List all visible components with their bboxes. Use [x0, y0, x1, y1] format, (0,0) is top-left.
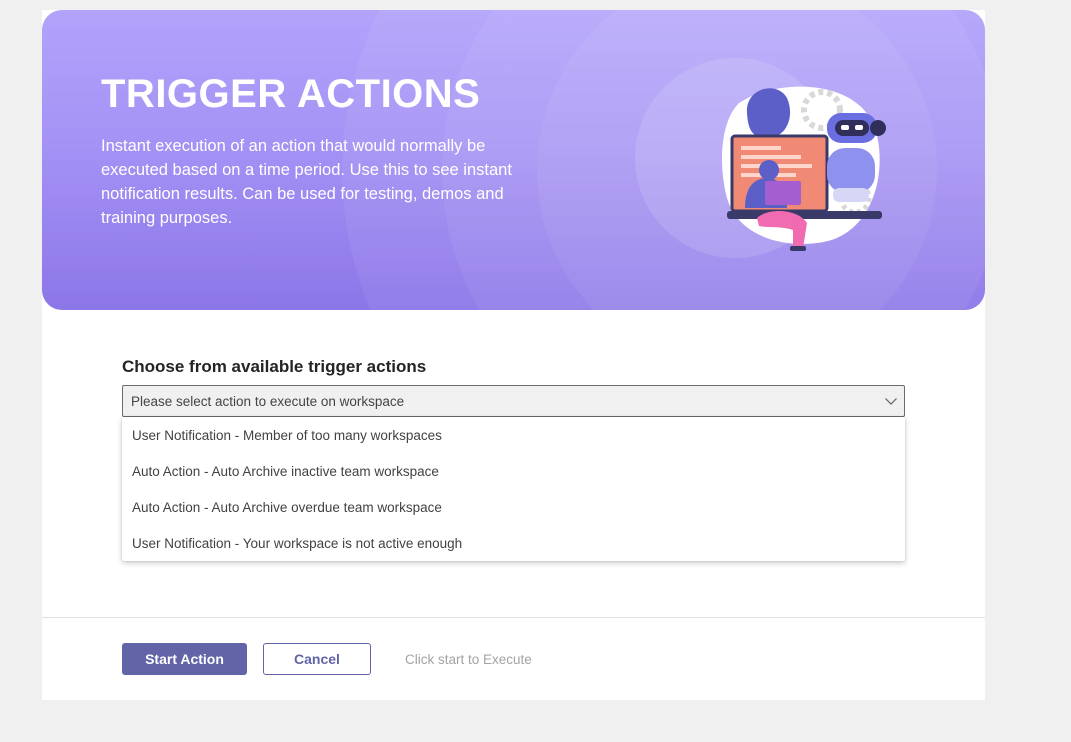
cancel-button[interactable]: Cancel — [263, 643, 371, 675]
dropdown-option-label: Auto Action - Auto Archive overdue team … — [132, 500, 442, 515]
trigger-actions-label: Choose from available trigger actions — [122, 357, 427, 376]
dropdown-option[interactable]: Auto Action - Auto Archive inactive team… — [122, 453, 905, 489]
page-description: Instant execution of an action that woul… — [101, 137, 512, 227]
robot-illustration-icon — [635, 58, 886, 258]
dropdown-option[interactable]: User Notification - Member of too many w… — [122, 417, 905, 453]
dropdown-option[interactable]: User Notification - Your workspace is no… — [122, 525, 905, 561]
dropdown-option-label: Auto Action - Auto Archive inactive team… — [132, 464, 439, 479]
page-title: TRIGGER ACTIONS — [101, 72, 481, 116]
trigger-actions-card: TRIGGER ACTIONS Instant execution of an … — [42, 10, 985, 700]
hero-banner: TRIGGER ACTIONS Instant execution of an … — [42, 10, 985, 310]
start-action-button[interactable]: Start Action — [122, 643, 247, 675]
dropdown-option-label: User Notification - Member of too many w… — [132, 428, 442, 443]
action-dropdown-list: User Notification - Member of too many w… — [122, 417, 905, 561]
dropdown-option-label: User Notification - Your workspace is no… — [132, 536, 463, 551]
dropdown-option[interactable]: Auto Action - Auto Archive overdue team … — [122, 489, 905, 525]
execute-hint: Click start to Execute — [405, 652, 532, 667]
chevron-down-icon — [885, 398, 897, 405]
action-select-placeholder: Please select action to execute on works… — [131, 394, 405, 409]
footer-divider — [42, 617, 985, 618]
action-select[interactable]: Please select action to execute on works… — [122, 385, 905, 417]
